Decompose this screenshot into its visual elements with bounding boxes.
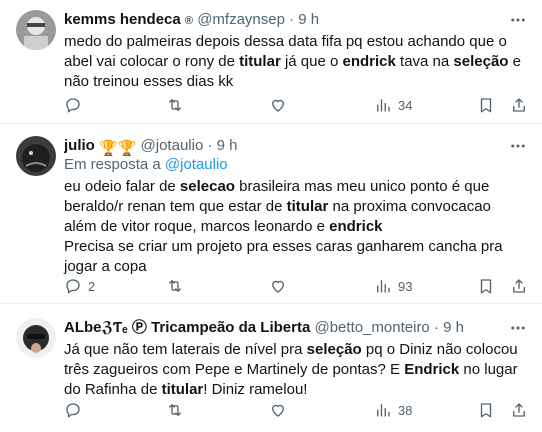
user-handle[interactable]: @betto_monteiro bbox=[314, 319, 429, 336]
more-horizontal-icon[interactable] bbox=[508, 10, 528, 30]
reply-count: 2 bbox=[88, 278, 96, 294]
tweet[interactable]: kemms hendeca ® @mfzaynsep · 9 h medo do… bbox=[0, 0, 542, 124]
name-badge: ® bbox=[184, 15, 194, 27]
tweet[interactable]: ALbeℨƬₑ Ⓟ Tricampeão da Liberta @betto_m… bbox=[0, 304, 542, 432]
bookmark-button[interactable] bbox=[477, 95, 495, 115]
views-button[interactable]: 38 bbox=[374, 400, 412, 420]
retweet-icon bbox=[169, 99, 181, 111]
like-button[interactable] bbox=[269, 95, 293, 115]
tweet-actions: 2 93 bbox=[64, 276, 542, 296]
reply-context: Em resposta a @jotaulio bbox=[64, 155, 228, 175]
tweet-actions: 38 bbox=[64, 400, 542, 420]
view-count: 38 bbox=[398, 402, 413, 418]
bookmark-button[interactable] bbox=[477, 400, 495, 420]
view-count: 34 bbox=[398, 97, 413, 113]
reply-button[interactable]: 2 bbox=[64, 276, 95, 296]
bookmark-icon bbox=[480, 279, 492, 294]
text-segment: eu odeio falar de bbox=[64, 178, 180, 195]
heart-icon bbox=[272, 99, 284, 112]
avatar[interactable] bbox=[16, 10, 56, 50]
tweet-header: kemms hendeca ® @mfzaynsep · 9 h bbox=[64, 10, 502, 31]
reply-button[interactable] bbox=[64, 95, 88, 115]
share-button[interactable] bbox=[510, 400, 528, 420]
highlight-term: endrick bbox=[329, 218, 383, 235]
highlight-term: titular bbox=[161, 381, 204, 398]
retweet-button[interactable] bbox=[166, 400, 190, 420]
retweet-icon bbox=[169, 404, 181, 416]
bookmark-button[interactable] bbox=[477, 276, 495, 296]
views-bar-chart-icon bbox=[377, 99, 390, 112]
bookmark-icon bbox=[480, 98, 492, 113]
highlight-term: endrick bbox=[342, 53, 396, 70]
reply-bubble-icon bbox=[66, 279, 80, 294]
views-button[interactable]: 93 bbox=[374, 276, 412, 296]
text-segment: Já que não tem laterais de nível pra bbox=[64, 341, 307, 358]
reply-bubble-icon bbox=[66, 98, 80, 113]
share-upload-icon bbox=[513, 98, 525, 112]
heart-icon bbox=[272, 280, 284, 293]
reply-button[interactable] bbox=[64, 400, 88, 420]
more-horizontal-icon[interactable] bbox=[508, 136, 528, 156]
like-button[interactable] bbox=[269, 276, 293, 296]
retweet-button[interactable] bbox=[166, 276, 190, 296]
text-segment: já que o bbox=[280, 53, 343, 70]
highlight-term: Endrick bbox=[404, 361, 460, 378]
like-button[interactable] bbox=[269, 400, 293, 420]
separator-dot: · bbox=[289, 11, 295, 28]
more-horizontal-icon[interactable] bbox=[508, 318, 528, 338]
share-button[interactable] bbox=[510, 276, 528, 296]
tweet-header: ALbeℨƬₑ Ⓟ Tricampeão da Liberta @betto_m… bbox=[64, 318, 502, 338]
display-name[interactable]: julio bbox=[64, 137, 95, 154]
view-count: 93 bbox=[398, 278, 413, 294]
heart-icon bbox=[272, 404, 284, 417]
highlight-term: titular bbox=[239, 53, 281, 70]
tweet-text: Já que não tem laterais de nível pra sel… bbox=[64, 340, 526, 400]
separator-dot: · bbox=[207, 137, 213, 154]
views-bar-chart-icon bbox=[377, 280, 390, 293]
user-handle[interactable]: @mfzaynsep bbox=[197, 11, 285, 28]
timestamp[interactable]: 9 h bbox=[298, 11, 319, 28]
tweet-text: eu odeio falar de selecao brasileira mas… bbox=[64, 177, 526, 277]
text-segment: tava na bbox=[395, 53, 454, 70]
retweet-button[interactable] bbox=[166, 95, 190, 115]
tweet-actions: 34 bbox=[64, 95, 542, 115]
highlight-term: selecao bbox=[179, 178, 235, 195]
views-bar-chart-icon bbox=[377, 404, 390, 417]
retweet-icon bbox=[169, 280, 181, 292]
display-name[interactable]: kemms hendeca bbox=[64, 11, 181, 28]
tweet[interactable]: julio 🏆🏆 @jotaulio · 9 h Em resposta a @… bbox=[0, 124, 542, 304]
timestamp[interactable]: 9 h bbox=[217, 137, 238, 154]
reply-prefix: Em resposta a bbox=[64, 156, 165, 173]
highlight-term: titular bbox=[286, 198, 329, 215]
timeline-feed: kemms hendeca ® @mfzaynsep · 9 h medo do… bbox=[0, 0, 542, 432]
text-segment: Precisa se criar um projeto pra esses ca… bbox=[64, 238, 503, 275]
avatar[interactable] bbox=[16, 318, 56, 358]
share-upload-icon bbox=[513, 403, 525, 417]
share-button[interactable] bbox=[510, 95, 528, 115]
views-button[interactable]: 34 bbox=[374, 95, 412, 115]
user-handle[interactable]: @jotaulio bbox=[141, 137, 204, 154]
text-segment: ! Diniz ramelou! bbox=[203, 381, 308, 398]
tweet-text: medo do palmeiras depois dessa data fifa… bbox=[64, 32, 526, 92]
bookmark-icon bbox=[480, 403, 492, 418]
share-upload-icon bbox=[513, 279, 525, 293]
display-name[interactable]: ALbeℨƬₑ Ⓟ Tricampeão da Liberta bbox=[64, 319, 310, 336]
timestamp[interactable]: 9 h bbox=[443, 319, 464, 336]
reply-handle-link[interactable]: @jotaulio bbox=[165, 156, 228, 173]
highlight-term: seleção bbox=[306, 341, 362, 358]
reply-bubble-icon bbox=[66, 403, 80, 418]
avatar[interactable] bbox=[16, 136, 56, 176]
separator-dot: · bbox=[433, 319, 439, 336]
highlight-term: seleção bbox=[453, 53, 509, 70]
